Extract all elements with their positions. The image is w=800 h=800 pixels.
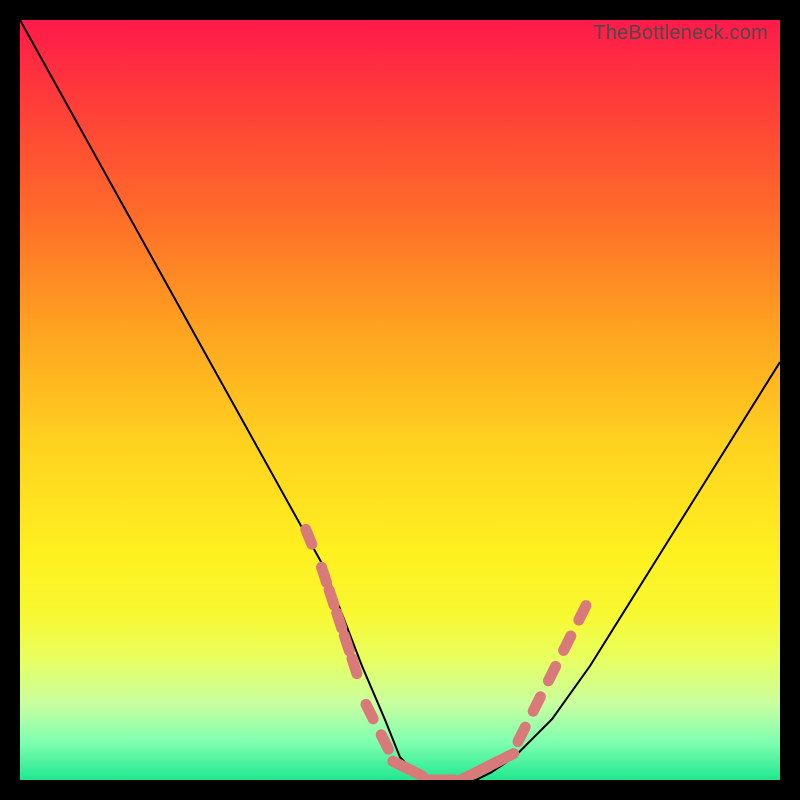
curve-dash bbox=[329, 590, 334, 605]
curve-dash bbox=[408, 769, 422, 776]
curve-dash bbox=[344, 636, 349, 651]
chart-svg bbox=[20, 20, 780, 780]
curve-dash bbox=[366, 704, 373, 718]
curve-dash bbox=[518, 727, 525, 741]
curve-dash bbox=[499, 754, 513, 761]
curve-dash bbox=[352, 658, 357, 673]
curve-dash bbox=[381, 735, 388, 749]
chart-plot-area: TheBottleneck.com bbox=[20, 20, 780, 780]
curve-dash bbox=[533, 697, 540, 711]
curve-dash bbox=[306, 529, 312, 544]
curve-dash bbox=[322, 567, 327, 582]
curve-dash bbox=[548, 666, 555, 680]
curve-line bbox=[20, 20, 780, 780]
curve-dash bbox=[337, 613, 342, 628]
curve-dash bbox=[579, 606, 586, 620]
curve-dash bbox=[564, 636, 571, 650]
